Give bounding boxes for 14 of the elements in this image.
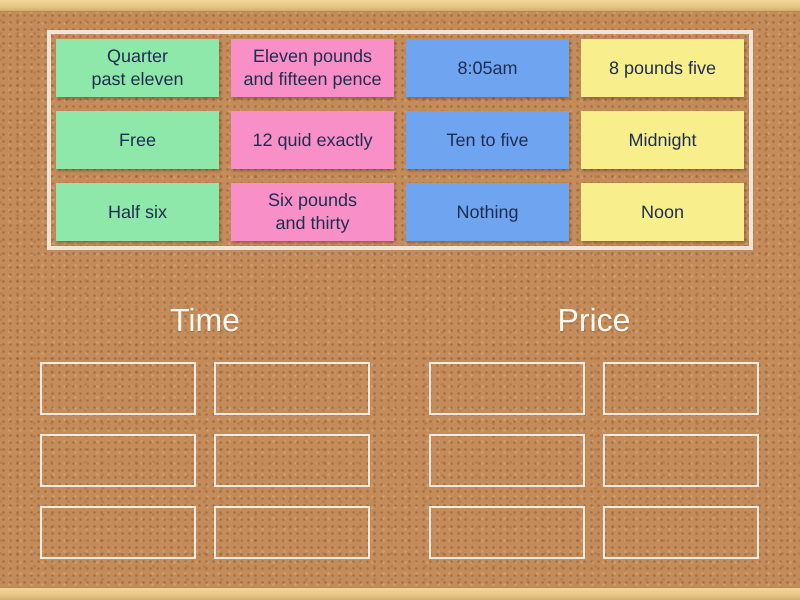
category-heading: Time: [170, 301, 240, 340]
sticky-note[interactable]: Free: [56, 111, 219, 169]
sticky-note[interactable]: Midnight: [581, 111, 744, 169]
sticky-note[interactable]: 8 pounds five: [581, 39, 744, 97]
sticky-note[interactable]: 8:05am: [406, 39, 569, 97]
sticky-note[interactable]: 12 quid exactly: [231, 111, 394, 169]
sticky-note[interactable]: Ten to five: [406, 111, 569, 169]
sticky-note[interactable]: Eleven pounds and fifteen pence: [231, 39, 394, 97]
sticky-note[interactable]: Noon: [581, 183, 744, 241]
category-heading: Price: [558, 301, 630, 340]
sticky-note[interactable]: Nothing: [406, 183, 569, 241]
sticky-note[interactable]: Half six: [56, 183, 219, 241]
sticky-note[interactable]: Quarter past eleven: [56, 39, 219, 97]
sticky-note[interactable]: Six pounds and thirty: [231, 183, 394, 241]
